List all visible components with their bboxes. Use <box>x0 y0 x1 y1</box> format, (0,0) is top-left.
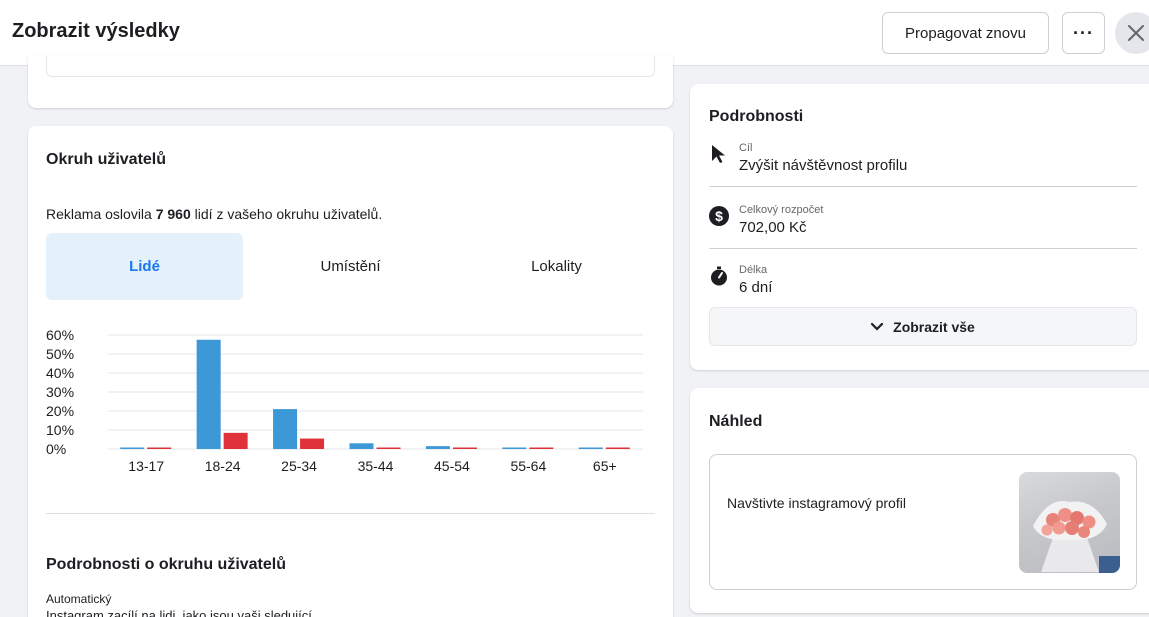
preview-text: Navštivte instagramový profil <box>727 495 906 511</box>
detail-value: 6 dní <box>739 279 773 296</box>
y-tick-label: 60% <box>46 327 74 343</box>
reach-prefix: Reklama oslovila <box>46 206 156 222</box>
x-tick-label: 55-64 <box>510 458 546 472</box>
show-all-label: Zobrazit vše <box>893 318 975 335</box>
more-options-button[interactable]: ··· <box>1062 12 1105 54</box>
tab-people[interactable]: Lidé <box>46 233 243 300</box>
page-title: Zobrazit výsledky <box>12 20 180 42</box>
detail-label: Celkový rozpočet <box>739 204 824 216</box>
bouquet-image <box>1033 501 1120 573</box>
y-tick-label: 50% <box>46 346 74 362</box>
detail-separator <box>709 186 1137 187</box>
x-tick-label: 25-34 <box>281 458 317 472</box>
bar <box>529 447 554 449</box>
show-all-button[interactable]: Zobrazit vše <box>709 307 1137 346</box>
close-button[interactable] <box>1115 12 1149 54</box>
bar <box>502 447 527 449</box>
bar <box>196 339 221 449</box>
bar <box>120 447 145 449</box>
cursor-icon <box>712 145 725 163</box>
audience-card: Okruh uživatelů Reklama oslovila 7 960 l… <box>28 126 673 617</box>
previous-card <box>28 56 673 108</box>
audience-description: Instagram zacílí na lidi, jako jsou vaši… <box>46 608 312 617</box>
detail-separator <box>709 248 1137 249</box>
bar <box>273 409 298 449</box>
y-tick-label: 10% <box>46 422 74 438</box>
audience-details-title: Podrobnosti o okruhu uživatelů <box>46 556 286 573</box>
audience-tabs: Lidé Umístění Lokality <box>46 233 655 300</box>
bar <box>147 447 172 449</box>
x-tick-label: 65+ <box>593 458 617 472</box>
x-tick-label: 35-44 <box>358 458 394 472</box>
preview-card: Náhled Navštivte instagramový profil <box>690 388 1149 613</box>
preview-thumbnail <box>1019 472 1120 573</box>
bar <box>578 447 603 449</box>
detail-row-duration: Délka 6 dní <box>709 264 1137 298</box>
detail-row-goal: Cíl Zvýšit návštěvnost profilu <box>709 142 1137 176</box>
ad-preview[interactable]: Navštivte instagramový profil <box>709 454 1137 590</box>
bar <box>349 443 374 449</box>
reach-suffix: lidí z vašeho okruhu uživatelů. <box>190 206 383 222</box>
audience-title: Okruh uživatelů <box>46 151 167 168</box>
bar <box>300 438 325 449</box>
x-tick-label: 45-54 <box>434 458 470 472</box>
section-divider <box>46 513 655 514</box>
close-icon <box>1128 25 1144 41</box>
tab-locations[interactable]: Lokality <box>458 233 655 300</box>
detail-value: Zvýšit návštěvnost profilu <box>739 157 908 174</box>
bar <box>425 446 450 449</box>
x-tick-label: 18-24 <box>205 458 241 472</box>
age-distribution-chart: 0% 10% 20% 30% 40% 50% 60% 13-17 18-24 25-34 35-44… <box>46 327 643 472</box>
detail-label: Délka <box>739 264 768 276</box>
stopwatch-icon <box>711 266 727 286</box>
svg-text:$: $ <box>715 208 723 224</box>
audience-reach-text: Reklama oslovila 7 960 lidí z vašeho okr… <box>46 206 382 222</box>
reach-count: 7 960 <box>155 206 191 222</box>
bar <box>605 447 630 449</box>
detail-row-budget: $ Celkový rozpočet 702,00 Kč <box>709 204 1137 238</box>
more-icon: ··· <box>1073 22 1094 43</box>
preview-title: Náhled <box>709 413 763 430</box>
y-tick-label: 0% <box>46 441 66 457</box>
y-tick-label: 40% <box>46 365 74 381</box>
detail-value: 702,00 Kč <box>739 219 807 236</box>
dollar-icon: $ <box>709 206 729 226</box>
chevron-down-icon <box>871 322 884 331</box>
y-tick-label: 20% <box>46 403 74 419</box>
detail-label: Cíl <box>739 142 753 154</box>
details-card: Podrobnosti Cíl Zvýšit návštěvnost profi… <box>690 84 1149 370</box>
bar <box>452 447 477 449</box>
audience-mode: Automatický <box>46 592 112 606</box>
x-tick-label: 13-17 <box>128 458 164 472</box>
tab-placement[interactable]: Umístění <box>252 233 449 300</box>
y-tick-label: 30% <box>46 384 74 400</box>
promote-again-button[interactable]: Propagovat znovu <box>882 12 1049 54</box>
bar <box>223 432 248 449</box>
bar <box>376 447 401 449</box>
details-title: Podrobnosti <box>709 108 804 125</box>
previous-card-inner <box>46 56 655 77</box>
